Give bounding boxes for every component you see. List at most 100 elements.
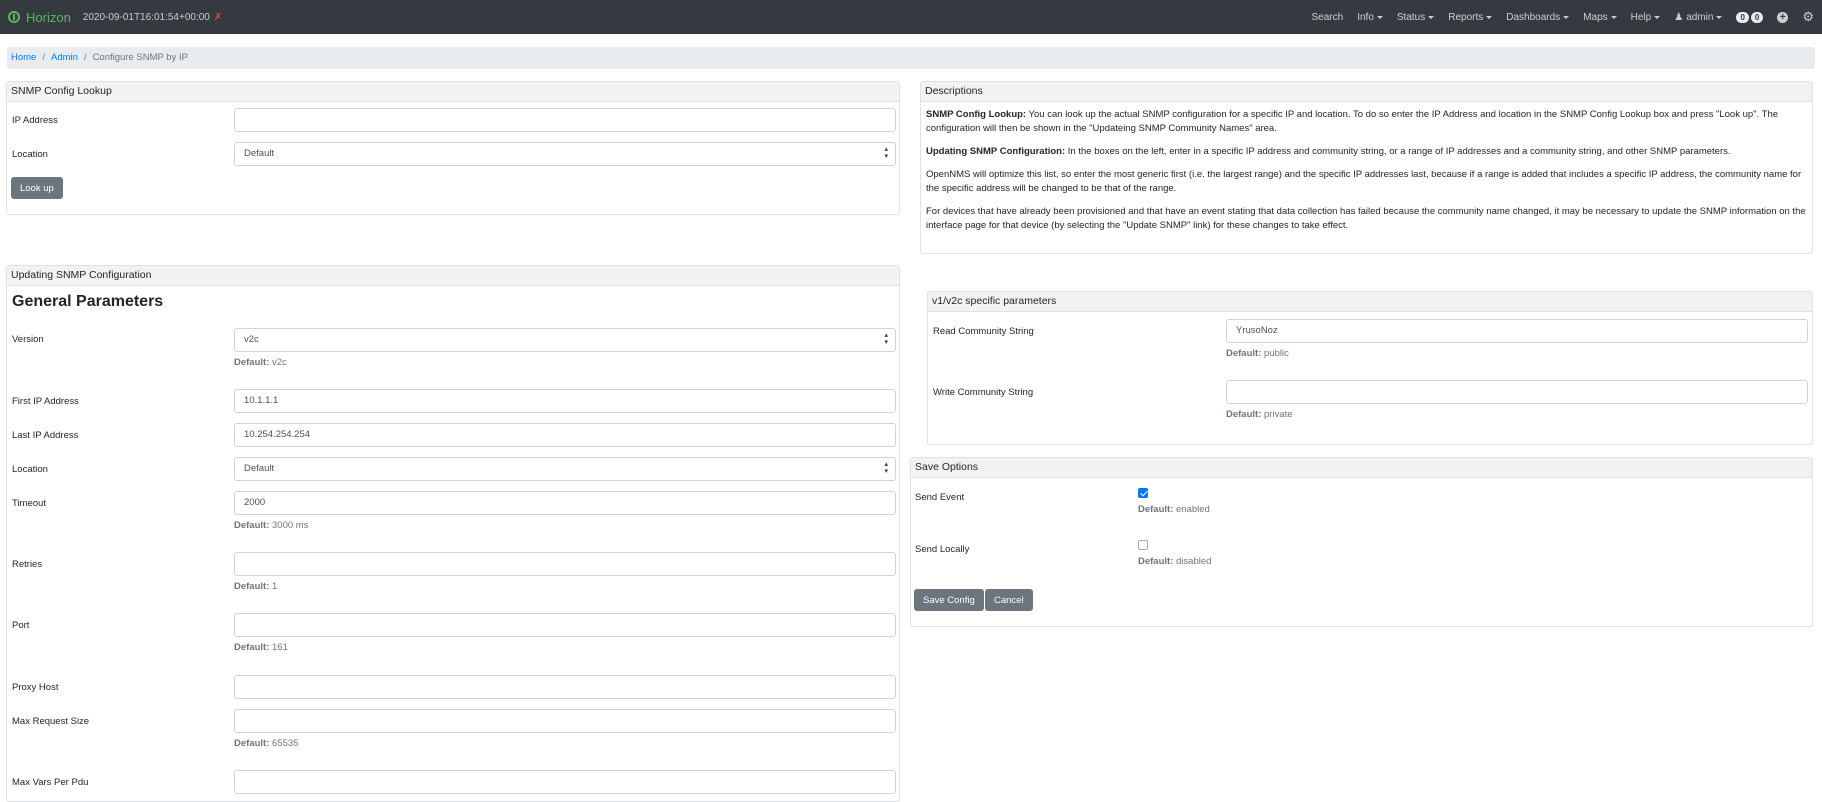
port-default-hint: Default: 161 xyxy=(234,642,288,653)
write-community-label: Write Community String xyxy=(933,387,1034,398)
caret-down-icon xyxy=(1376,15,1383,19)
caret-down-icon xyxy=(1654,15,1661,19)
version-select[interactable]: v2c xyxy=(234,328,896,352)
lookup-ip-address-input[interactable] xyxy=(234,108,896,132)
max-request-size-default-hint: Default: 65535 xyxy=(234,738,298,749)
lookup-location-select[interactable]: Default xyxy=(234,142,896,166)
nav-user-label: admin xyxy=(1686,11,1714,23)
max-request-size-label: Max Request Size xyxy=(12,716,90,727)
caret-down-icon xyxy=(1428,15,1435,19)
breadcrumb-admin-link[interactable]: Admin xyxy=(51,52,78,64)
location-select[interactable]: Default xyxy=(234,457,896,481)
nav-reports-dropdown[interactable]: Reports xyxy=(1448,12,1493,23)
timeout-default-value: 3000 ms xyxy=(272,520,309,531)
clock-text: 2020-09-01T16:01:54+00:00 xyxy=(82,11,210,23)
description-lookup-heading: SNMP Config Lookup: xyxy=(926,109,1027,120)
description-updating: Updating SNMP Configuration: In the boxe… xyxy=(926,145,1807,159)
max-request-size-input[interactable] xyxy=(234,709,896,733)
nav-search-label: Search xyxy=(1311,11,1344,23)
nav-search[interactable]: Search xyxy=(1312,12,1344,23)
default-label: Default: xyxy=(1226,409,1262,420)
admin-settings-button[interactable]: ⚙ xyxy=(1802,9,1814,25)
first-ip-label: First IP Address xyxy=(12,396,79,407)
default-label: Default: xyxy=(234,357,270,368)
nav-help-dropdown[interactable]: Help xyxy=(1631,12,1661,23)
breadcrumb-current: Configure SNMP by IP xyxy=(92,52,188,63)
default-label: Default: xyxy=(1226,348,1262,359)
brand-link[interactable]: Horizon xyxy=(8,10,71,25)
send-locally-checkbox[interactable] xyxy=(1138,540,1148,550)
location-label: Location xyxy=(12,464,48,475)
descriptions-body: SNMP Config Lookup: You can look up the … xyxy=(921,102,1812,233)
notification-badges[interactable]: 0 0 xyxy=(1734,11,1764,23)
card-title: SNMP Config Lookup xyxy=(7,82,899,102)
read-community-label: Read Community String xyxy=(933,326,1034,337)
v1v2c-parameters-card: v1/v2c specific parameters Read Communit… xyxy=(927,291,1813,445)
description-updating-text: In the boxes on the left, enter in a spe… xyxy=(1065,146,1731,157)
cancel-button[interactable]: Cancel xyxy=(985,589,1033,611)
nav-status-label: Status xyxy=(1396,11,1426,23)
retries-default-hint: Default: 1 xyxy=(234,581,277,592)
timeout-default-hint: Default: 3000 ms xyxy=(234,520,308,531)
last-ip-input[interactable]: 10.254.254.254 xyxy=(234,423,896,447)
write-community-input[interactable] xyxy=(1226,380,1808,404)
port-default-value: 161 xyxy=(272,642,288,653)
general-parameters-heading: General Parameters xyxy=(12,293,164,310)
breadcrumb-home-link[interactable]: Home xyxy=(11,52,36,64)
read-community-input[interactable]: YrusoNoz xyxy=(1226,319,1808,343)
notification-badge-team: 0 xyxy=(1750,11,1764,23)
location-label: Location xyxy=(12,149,48,160)
port-input[interactable] xyxy=(234,613,896,637)
proxy-host-label: Proxy Host xyxy=(12,682,59,693)
read-community-default-value: public xyxy=(1264,348,1289,359)
top-navbar: Horizon 2020-09-01T16:01:54+00:00 ✗ Sear… xyxy=(0,0,1822,34)
max-vars-per-pdu-input[interactable] xyxy=(234,770,896,794)
default-label: Default: xyxy=(234,520,270,531)
send-event-default-value: enabled xyxy=(1176,504,1210,515)
nav-dashboards-label: Dashboards xyxy=(1506,11,1561,23)
nav-status-dropdown[interactable]: Status xyxy=(1396,11,1435,23)
send-event-label: Send Event xyxy=(915,492,965,503)
cogs-icon: ⚙ xyxy=(1802,9,1814,24)
nav-info-dropdown[interactable]: Info xyxy=(1357,12,1383,23)
timeout-label: Timeout xyxy=(12,498,46,509)
default-label: Default: xyxy=(234,581,270,592)
brand-name: Horizon xyxy=(26,9,71,25)
retries-input[interactable] xyxy=(234,552,896,576)
caret-down-icon xyxy=(1563,15,1570,19)
plus-circle-icon: + xyxy=(1777,11,1789,23)
card-title: Descriptions xyxy=(921,82,1812,102)
nav-info-label: Info xyxy=(1357,11,1374,23)
nav-user-dropdown[interactable]: ♟ admin xyxy=(1674,11,1723,23)
ip-address-label: IP Address xyxy=(12,115,58,126)
send-locally-label: Send Locally xyxy=(915,544,970,555)
retries-label: Retries xyxy=(12,559,43,570)
first-ip-input[interactable]: 10.1.1.1 xyxy=(234,389,896,413)
version-label: Version xyxy=(12,334,44,345)
read-community-default-hint: Default: public xyxy=(1226,348,1289,359)
send-locally-default-value: disabled xyxy=(1176,556,1212,567)
save-config-button[interactable]: Save Config xyxy=(914,589,984,611)
user-icon: ♟ xyxy=(1674,11,1684,23)
bell-slash-icon[interactable]: ✗ xyxy=(214,12,222,23)
breadcrumb: Home / Admin / Configure SNMP by IP xyxy=(7,47,1815,69)
caret-down-icon xyxy=(1716,15,1723,19)
send-event-checkbox[interactable] xyxy=(1138,488,1148,498)
proxy-host-input[interactable] xyxy=(234,675,896,699)
look-up-button[interactable]: Look up xyxy=(11,177,63,199)
descriptions-card: Descriptions SNMP Config Lookup: You can… xyxy=(920,81,1813,254)
snmp-config-lookup-card: SNMP Config Lookup IP Address Location D… xyxy=(6,81,900,215)
nav-maps-dropdown[interactable]: Maps xyxy=(1583,12,1617,23)
quick-add-button[interactable]: + xyxy=(1777,11,1789,23)
version-value: v2c xyxy=(244,334,259,345)
updating-snmp-config-card: Updating SNMP Configuration General Para… xyxy=(6,265,900,802)
timeout-input[interactable]: 2000 xyxy=(234,491,896,515)
last-ip-label: Last IP Address xyxy=(12,430,79,441)
send-event-default-hint: Default: enabled xyxy=(1138,504,1210,515)
nav-menu: Search Info Status Reports Dashboards Ma… xyxy=(1298,9,1814,25)
server-clock: 2020-09-01T16:01:54+00:00 ✗ xyxy=(83,12,222,23)
version-default-value: v2c xyxy=(272,357,287,368)
breadcrumb-separator: / xyxy=(42,52,45,63)
notification-badge-user: 0 xyxy=(1736,11,1749,23)
nav-dashboards-dropdown[interactable]: Dashboards xyxy=(1506,11,1570,23)
